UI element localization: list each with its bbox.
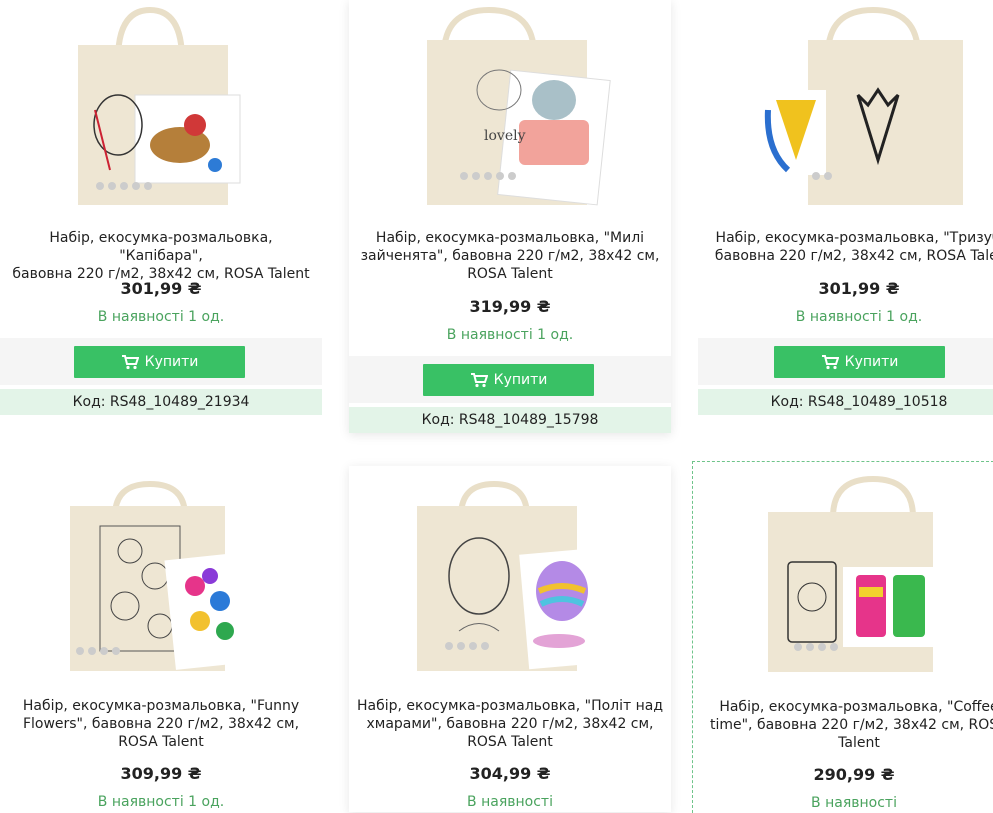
product-title[interactable]: Набір, екосумка-розмальовка, "Капібара",…	[6, 229, 316, 283]
buy-bar: Купити	[0, 338, 322, 385]
stock-status: В наявності 1 од.	[446, 327, 574, 343]
buy-bar: Купити	[349, 356, 671, 403]
product-image[interactable]: lovely	[349, 0, 671, 215]
product-code: Код: RS48_10489_10518	[698, 389, 993, 415]
product-price: 301,99 ₴	[120, 279, 202, 298]
shopping-cart-icon	[821, 354, 840, 370]
buy-button[interactable]: Купити	[74, 346, 245, 378]
shopping-cart-icon	[470, 372, 489, 388]
buy-button[interactable]: Купити	[423, 364, 594, 396]
product-price: 319,99 ₴	[469, 297, 551, 316]
stock-status: В наявності	[467, 794, 553, 810]
product-image[interactable]	[349, 466, 671, 681]
product-title[interactable]: Набір, екосумка-розмальовка, "Coffee tim…	[699, 698, 993, 752]
stock-status: В наявності 1 од.	[97, 309, 225, 325]
product-card[interactable]: Набір, екосумка-розмальовка, "Політ над …	[349, 466, 671, 812]
product-image[interactable]	[693, 467, 993, 682]
buy-button-label: Купити	[493, 372, 548, 388]
buy-button-label: Купити	[144, 354, 199, 370]
stock-status: В наявності 1 од.	[97, 794, 225, 810]
buy-bar: Купити	[698, 338, 993, 385]
product-image[interactable]	[0, 466, 322, 681]
product-code: Код: RS48_10489_21934	[0, 389, 322, 415]
product-title[interactable]: Набір, екосумка-розмальовка, "Тризуб", б…	[704, 229, 993, 265]
product-image[interactable]	[698, 0, 993, 215]
buy-button[interactable]: Купити	[774, 346, 945, 378]
product-title[interactable]: Набір, екосумка-розмальовка, "Милі зайче…	[355, 229, 665, 283]
product-card[interactable]: lovely Набір, екосумка-розмальовка, "Мил…	[349, 0, 671, 433]
product-card[interactable]: Набір, екосумка-розмальовка, "Капібара",…	[0, 0, 322, 418]
product-price: 301,99 ₴	[818, 279, 900, 298]
stock-status: В наявності 1 од.	[795, 309, 923, 325]
stock-status: В наявності	[811, 795, 897, 811]
product-card[interactable]: Набір, екосумка-розмальовка, "Coffee tim…	[692, 461, 993, 813]
product-title[interactable]: Набір, екосумка-розмальовка, "Політ над …	[355, 697, 665, 751]
product-price: 290,99 ₴	[813, 765, 895, 784]
product-code: Код: RS48_10489_15798	[349, 407, 671, 433]
product-title[interactable]: Набір, екосумка-розмальовка, "Funny Flow…	[6, 697, 316, 751]
product-card[interactable]: Набір, екосумка-розмальовка, "Funny Flow…	[0, 466, 322, 812]
buy-button-label: Купити	[844, 354, 899, 370]
svg-text:lovely: lovely	[484, 128, 526, 144]
product-card[interactable]: Набір, екосумка-розмальовка, "Тризуб", б…	[698, 0, 993, 418]
product-price: 309,99 ₴	[120, 764, 202, 783]
product-price: 304,99 ₴	[469, 764, 551, 783]
shopping-cart-icon	[121, 354, 140, 370]
product-image[interactable]	[0, 0, 322, 215]
